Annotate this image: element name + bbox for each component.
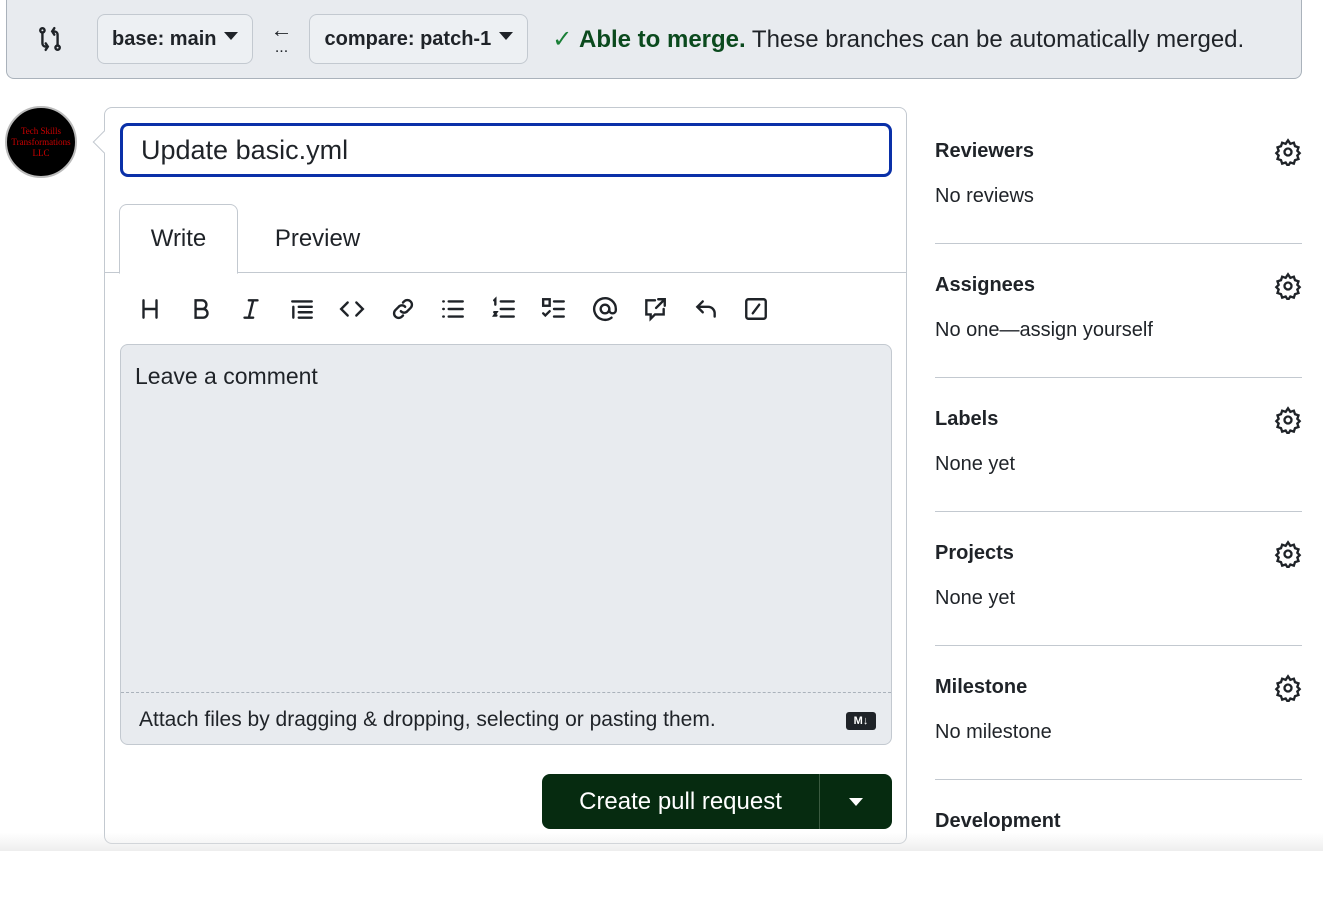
- dots: ...: [274, 39, 289, 56]
- sidebar-section-labels: Labels None yet: [935, 378, 1302, 512]
- base-branch-select[interactable]: base: main: [97, 14, 254, 64]
- section-title: Development: [935, 810, 1061, 832]
- attach-files-text[interactable]: Attach files by dragging & dropping, sel…: [139, 708, 716, 732]
- check-icon: ✓: [552, 25, 573, 53]
- sidebar-section-reviewers: Reviewers No reviews: [935, 110, 1302, 244]
- create-pull-request-button-group: Create pull request: [542, 774, 892, 829]
- compare-label: compare: patch-1: [324, 27, 492, 50]
- base-label: base: main: [112, 27, 217, 50]
- ordered-list-icon[interactable]: [479, 288, 530, 330]
- comment-textarea[interactable]: [121, 345, 891, 693]
- quote-icon[interactable]: [277, 288, 328, 330]
- section-value: None yet: [935, 587, 1016, 609]
- sidebar-section-projects: Projects None yet: [935, 512, 1302, 646]
- section-value[interactable]: No one—assign yourself: [935, 319, 1302, 342]
- reply-icon[interactable]: [681, 288, 732, 330]
- merge-message: These branches can be automatically merg…: [745, 25, 1245, 53]
- editor-tabs: Write Preview: [105, 204, 906, 274]
- merge-status: ✓ Able to merge. These branches can be a…: [552, 25, 1244, 54]
- bold-icon[interactable]: [176, 288, 227, 330]
- sidebar-section-assignees: Assignees No one—assign yourself: [935, 244, 1302, 378]
- avatar[interactable]: Tech Skills Transformations LLC: [5, 106, 77, 178]
- arrow-left-icon: ←...: [253, 17, 309, 57]
- sidebar: Reviewers No reviews Assignees No one—assig…: [935, 110, 1302, 914]
- caret-down-icon: [499, 32, 514, 40]
- section-title: Projects: [935, 542, 1014, 564]
- pointer: [92, 130, 116, 154]
- code-icon[interactable]: [327, 288, 378, 330]
- slash-commands-icon[interactable]: [731, 288, 782, 330]
- caret-down-icon: [224, 32, 239, 40]
- create-options-dropdown[interactable]: [820, 774, 892, 829]
- section-title: Reviewers: [935, 140, 1034, 162]
- task-list-icon[interactable]: [529, 288, 580, 330]
- italic-icon[interactable]: [226, 288, 277, 330]
- gear-icon[interactable]: [1274, 674, 1302, 705]
- create-pull-request-button[interactable]: Create pull request: [542, 774, 820, 829]
- section-title: Milestone: [935, 676, 1028, 698]
- cross-reference-icon[interactable]: [630, 288, 681, 330]
- caret-down-icon: [849, 797, 863, 806]
- unordered-list-icon[interactable]: [428, 288, 479, 330]
- bottom-fade: [0, 833, 1323, 851]
- section-title: Assignees: [935, 274, 1036, 296]
- section-title: Labels: [935, 408, 999, 430]
- gear-icon[interactable]: [1274, 540, 1302, 571]
- arrow: ←: [270, 17, 293, 42]
- section-value: No milestone: [935, 721, 1052, 743]
- comment-box: Attach files by dragging & dropping, sel…: [120, 344, 892, 745]
- markdown-icon[interactable]: M↓: [846, 712, 876, 730]
- compare-branch-select[interactable]: compare: patch-1: [309, 14, 529, 64]
- sidebar-section-milestone: Milestone No milestone: [935, 646, 1302, 780]
- merge-status-label: Able to merge.: [578, 25, 746, 53]
- compare-icon: [39, 26, 61, 52]
- section-value: No reviews: [935, 185, 1034, 207]
- title-input[interactable]: [120, 123, 892, 177]
- mention-icon[interactable]: [580, 288, 631, 330]
- tab-write[interactable]: Write: [119, 204, 238, 274]
- section-value: None yet: [935, 453, 1016, 475]
- gear-icon[interactable]: [1274, 406, 1302, 437]
- compare-bar: base: main ←... compare: patch-1 ✓ Able …: [6, 0, 1302, 79]
- heading-icon[interactable]: [125, 288, 176, 330]
- gear-icon[interactable]: [1274, 138, 1302, 169]
- avatar-text: Tech Skills Transformations LLC: [11, 125, 71, 158]
- pull-request-form: Write Preview Attach files by dragging &…: [92, 107, 907, 844]
- tab-preview[interactable]: Preview: [255, 204, 380, 273]
- markdown-toolbar: [125, 288, 782, 330]
- gear-icon[interactable]: [1274, 272, 1302, 303]
- link-icon[interactable]: [378, 288, 429, 330]
